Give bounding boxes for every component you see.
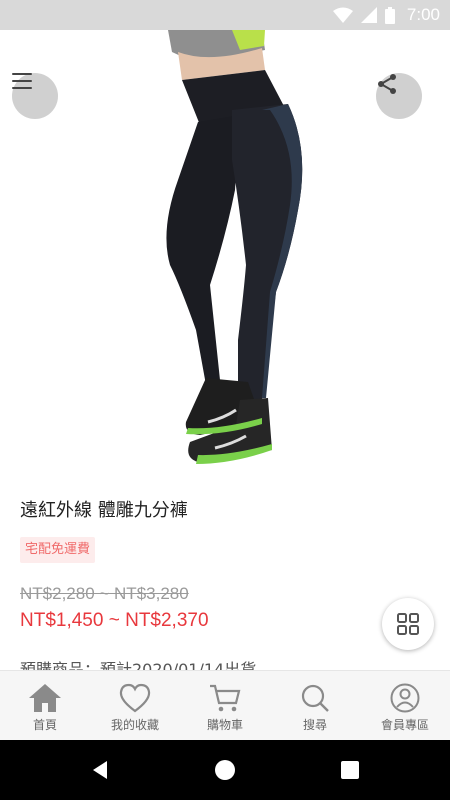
product-image[interactable]: [0, 30, 450, 480]
tab-search-label: 搜尋: [302, 718, 327, 732]
home-circle-icon: [215, 760, 235, 780]
tab-cart-label: 購物車: [206, 718, 243, 732]
share-icon: [378, 74, 396, 94]
status-time: 7:00: [406, 5, 440, 24]
tab-favorites[interactable]: 我的收藏: [90, 671, 180, 740]
tab-search[interactable]: 搜尋: [270, 671, 360, 740]
home-icon: [29, 684, 61, 712]
hamburger-icon: [12, 73, 32, 89]
heart-icon: [119, 683, 151, 713]
recents-icon: [341, 761, 359, 779]
signal-icon: [360, 7, 377, 23]
preorder-note: 預購商品：預計2020/01/14出貨: [20, 660, 257, 670]
status-bar: 7:00: [0, 0, 450, 30]
share-button[interactable]: [376, 73, 422, 119]
back-icon: [93, 761, 107, 779]
nav-recents-button[interactable]: [320, 740, 380, 800]
tab-home-label: 首頁: [32, 718, 57, 732]
battery-icon: [384, 6, 395, 24]
tab-favorites-label: 我的收藏: [110, 718, 159, 732]
nav-back-button[interactable]: [70, 740, 130, 800]
tab-member[interactable]: 會員專區: [360, 671, 450, 740]
grid-icon: [397, 613, 419, 635]
search-icon: [301, 684, 329, 712]
status-icons: 7:00: [332, 0, 440, 30]
tab-cart[interactable]: 購物車: [180, 671, 270, 740]
tab-member-label: 會員專區: [380, 718, 429, 732]
menu-button[interactable]: [12, 73, 58, 119]
product-title: 遠紅外線 體雕九分褲: [20, 500, 188, 521]
system-nav-bar: [0, 740, 450, 800]
category-grid-button[interactable]: [382, 598, 434, 650]
tab-home[interactable]: 首頁: [0, 671, 90, 740]
sale-price: NT$1,450 ~ NT$2,370: [20, 610, 209, 631]
nav-home-button[interactable]: [195, 740, 255, 800]
free-shipping-badge: 宅配免運費: [20, 537, 96, 563]
original-price: NT$2,280 ~ NT$3,280: [20, 584, 189, 603]
user-icon: [390, 683, 420, 713]
bottom-tab-bar: 首頁 我的收藏 購物車 搜尋 會員專區: [0, 670, 450, 740]
cart-icon: [210, 684, 241, 712]
wifi-icon: [332, 7, 353, 23]
